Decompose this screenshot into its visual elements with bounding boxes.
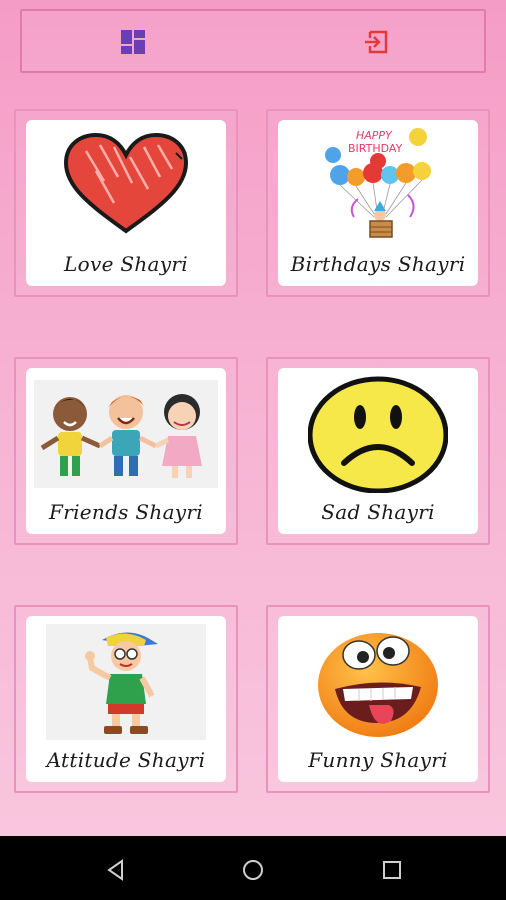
birthday-text-birthday: BIRTHDAY [348, 142, 403, 155]
sad-face-icon [278, 374, 478, 494]
logout-icon[interactable] [361, 27, 391, 57]
card-inner: Sad Shayri [278, 368, 478, 534]
heart-icon [26, 126, 226, 246]
friends-icon [26, 374, 226, 494]
category-card-birthdays[interactable]: HAPPY BIRTHDAY Birthdays Shayri [266, 109, 490, 297]
card-inner: Funny Shayri [278, 616, 478, 782]
category-label: Funny Shayri [308, 748, 448, 772]
category-card-sad[interactable]: Sad Shayri [266, 357, 490, 545]
category-card-attitude[interactable]: Attitude Shayri [14, 605, 238, 793]
category-card-love[interactable]: Love Shayri [14, 109, 238, 297]
birthday-balloons-icon: HAPPY BIRTHDAY [278, 126, 478, 246]
top-toolbar [20, 9, 486, 73]
recents-icon[interactable] [378, 856, 406, 884]
back-icon[interactable] [102, 856, 130, 884]
birthday-text-happy: HAPPY [356, 129, 393, 142]
category-label: Friends Shayri [49, 500, 203, 524]
category-label: Attitude Shayri [46, 748, 206, 772]
card-inner: Friends Shayri [26, 368, 226, 534]
dashboard-icon[interactable] [118, 27, 148, 57]
attitude-boy-icon [26, 622, 226, 742]
card-inner: HAPPY BIRTHDAY Birthdays Shayri [278, 120, 478, 286]
card-inner: Attitude Shayri [26, 616, 226, 782]
category-label: Love Shayri [64, 252, 188, 276]
category-card-funny[interactable]: Funny Shayri [266, 605, 490, 793]
category-card-friends[interactable]: Friends Shayri [14, 357, 238, 545]
funny-face-icon [278, 622, 478, 742]
system-nav-bar [0, 836, 506, 900]
home-icon[interactable] [239, 856, 267, 884]
card-inner: Love Shayri [26, 120, 226, 286]
category-label: Birthdays Shayri [290, 252, 466, 276]
category-label: Sad Shayri [321, 500, 435, 524]
